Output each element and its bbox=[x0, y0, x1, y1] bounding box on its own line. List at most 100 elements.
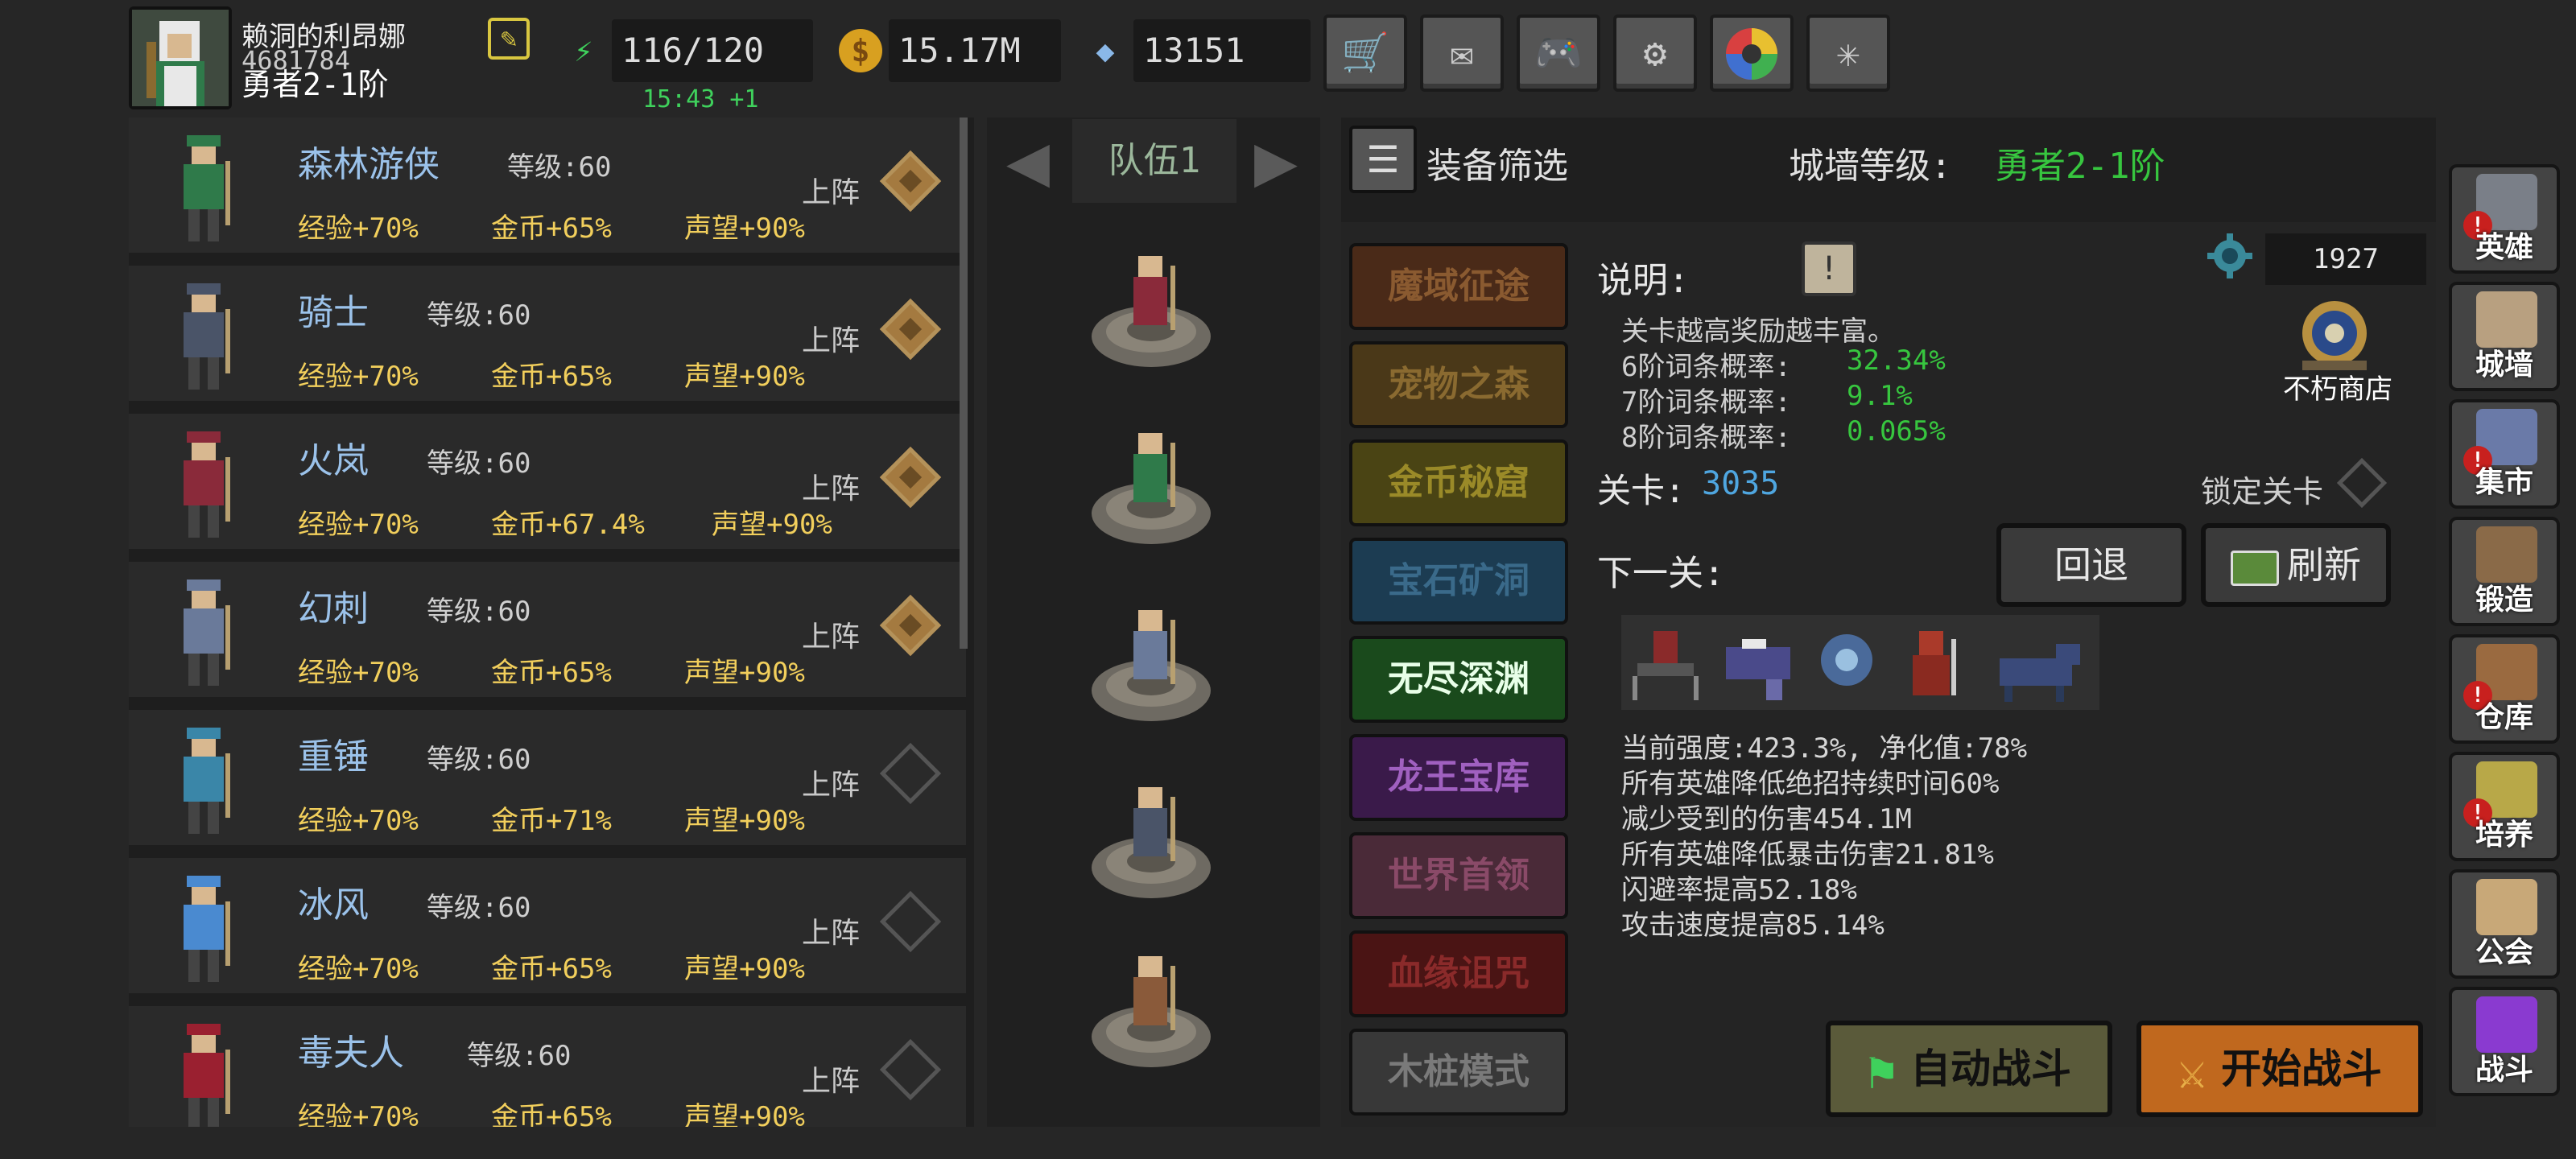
edit-name-button[interactable]: ✎ bbox=[488, 18, 530, 60]
team-slot[interactable] bbox=[1087, 773, 1216, 901]
back-button[interactable]: 回退 bbox=[1996, 523, 2186, 607]
gold-coin-icon: $ bbox=[839, 29, 882, 72]
shop-cart-button[interactable]: 🛒 bbox=[1323, 14, 1407, 92]
side-menu-anvil[interactable]: 锻造 bbox=[2449, 517, 2560, 626]
gold-value: 15.17M bbox=[889, 19, 1061, 82]
immortal-token-icon bbox=[2204, 230, 2256, 282]
mode-button[interactable]: 魔域征途 bbox=[1349, 243, 1568, 330]
immortal-shop-label[interactable]: 不朽商店 bbox=[2283, 367, 2392, 406]
mode-button[interactable]: 金币秘窟 bbox=[1349, 439, 1568, 526]
side-menu-label: 战斗 bbox=[2475, 1054, 2533, 1087]
hero-level: 等级:60 bbox=[427, 596, 531, 628]
hero-sprite-icon bbox=[184, 283, 230, 390]
stage-label: 关卡: bbox=[1597, 471, 1686, 510]
stamina-timer: 15:43 +1 bbox=[642, 85, 759, 113]
side-menu-trophy[interactable]: ! 培养 bbox=[2449, 752, 2560, 861]
hero-gold-bonus: 金币+65% bbox=[491, 657, 612, 689]
hero-exp-bonus: 经验+70% bbox=[298, 212, 419, 245]
hero-row[interactable]: 骑士 等级:60 经验+70% 金币+65% 声望+90% 上阵 bbox=[129, 266, 966, 407]
team-slot[interactable] bbox=[1087, 241, 1216, 370]
mode-button[interactable]: 无尽深渊 bbox=[1349, 636, 1568, 723]
stage-stat-line: 所有英雄降低绝招持续时间60% bbox=[1621, 768, 2000, 800]
team-slot[interactable] bbox=[1087, 419, 1216, 547]
hero-name: 重锤 bbox=[298, 736, 369, 777]
mode-button[interactable]: 血缘诅咒 bbox=[1349, 930, 1568, 1017]
deploy-label: 上阵 bbox=[802, 621, 861, 654]
avatar[interactable] bbox=[129, 6, 232, 109]
side-menu-chest[interactable]: ! 仓库 bbox=[2449, 634, 2560, 744]
deploy-toggle[interactable] bbox=[879, 1038, 942, 1101]
side-menu-label: 培养 bbox=[2475, 819, 2533, 852]
hero-row[interactable]: 冰风 等级:60 经验+70% 金币+65% 声望+90% 上阵 bbox=[129, 858, 966, 1000]
description-intro: 关卡越高奖励越丰富。 bbox=[1621, 316, 1895, 348]
team-next-arrow-icon[interactable]: ▶ bbox=[1232, 121, 1320, 201]
flag-icon: ⚑ bbox=[1866, 1043, 1897, 1100]
hero-row[interactable]: 森林游侠 等级:60 经验+70% 金币+65% 声望+90% 上阵 bbox=[129, 118, 966, 259]
hero-row[interactable]: 幻刺 等级:60 经验+70% 金币+65% 声望+90% 上阵 bbox=[129, 562, 966, 703]
anvil-icon bbox=[2476, 526, 2537, 583]
team-slot[interactable] bbox=[1087, 596, 1216, 724]
side-menu-portal[interactable]: 战斗 bbox=[2449, 987, 2560, 1096]
settings-button[interactable]: ⚙ bbox=[1613, 14, 1697, 92]
hero-fame-bonus: 声望+90% bbox=[684, 953, 805, 985]
hero-row[interactable]: 重锤 等级:60 经验+70% 金币+71% 声望+90% 上阵 bbox=[129, 710, 966, 852]
deploy-toggle[interactable] bbox=[879, 298, 942, 361]
start-battle-button[interactable]: ⚔ 开始战斗 bbox=[2136, 1021, 2423, 1117]
auto-battle-button[interactable]: ⚑ 自动战斗 bbox=[1826, 1021, 2112, 1117]
hero-sprite-icon bbox=[184, 580, 230, 686]
hero-list[interactable]: 森林游侠 等级:60 经验+70% 金币+65% 声望+90% 上阵 骑士 等级:60 经验+7… bbox=[129, 118, 974, 1127]
deploy-toggle[interactable] bbox=[879, 594, 942, 657]
hero-name: 骑士 bbox=[298, 292, 369, 333]
panther-monster-icon bbox=[2000, 644, 2080, 702]
color-wheel-icon bbox=[1726, 28, 1777, 80]
deploy-toggle[interactable] bbox=[879, 446, 942, 509]
video-ad-icon bbox=[2231, 550, 2279, 586]
pedestal-icon bbox=[1092, 956, 1211, 1067]
fireworks-icon: ✳ bbox=[1836, 31, 1860, 76]
deploy-label: 上阵 bbox=[802, 917, 861, 950]
hero-row[interactable]: 火岚 等级:60 经验+70% 金币+67.4% 声望+90% 上阵 bbox=[129, 414, 966, 555]
filter-menu-button[interactable]: ☰ bbox=[1349, 126, 1417, 193]
shark-monster-icon bbox=[1726, 639, 1790, 700]
color-wheel-button[interactable] bbox=[1710, 14, 1794, 92]
fireworks-button[interactable]: ✳ bbox=[1806, 14, 1890, 92]
hero-row[interactable]: 毒夫人 等级:60 经验+70% 金币+65% 声望+90% 上阵 bbox=[129, 1006, 966, 1127]
filter-label[interactable]: 装备筛选 bbox=[1426, 137, 1568, 188]
info-button[interactable]: ! bbox=[1802, 241, 1856, 296]
deploy-toggle[interactable] bbox=[879, 742, 942, 805]
deploy-label: 上阵 bbox=[802, 769, 861, 802]
mode-button[interactable]: 木桩模式 bbox=[1349, 1029, 1568, 1116]
crossed-swords-icon: ⚔ bbox=[2177, 1043, 2207, 1100]
mode-button[interactable]: 龙王宝库 bbox=[1349, 734, 1568, 821]
mode-button[interactable]: 世界首领 bbox=[1349, 832, 1568, 919]
mail-button[interactable]: ✉ bbox=[1420, 14, 1504, 92]
lightbulb-icon: ! bbox=[1818, 250, 1839, 287]
side-menu-helmet[interactable]: ! 英雄 bbox=[2449, 164, 2560, 274]
deploy-toggle[interactable] bbox=[879, 150, 942, 212]
refresh-button[interactable]: 刷新 bbox=[2201, 523, 2391, 607]
next-stage-label: 下一关: bbox=[1597, 553, 1725, 594]
gamepad-button[interactable]: 🎮 bbox=[1517, 14, 1600, 92]
mode-button[interactable]: 宝石矿洞 bbox=[1349, 538, 1568, 625]
hero-gold-bonus: 金币+65% bbox=[491, 1101, 612, 1127]
side-menu-market[interactable]: ! 集市 bbox=[2449, 399, 2560, 509]
hero-list-scrollbar[interactable] bbox=[960, 118, 968, 649]
immortal-shop-icon[interactable] bbox=[2286, 293, 2383, 373]
pedestal-icon bbox=[1092, 256, 1211, 367]
back-label: 回退 bbox=[2054, 543, 2128, 587]
hero-level: 等级:60 bbox=[467, 1040, 572, 1072]
team-prev-arrow-icon[interactable]: ◀ bbox=[984, 121, 1072, 201]
team-slot[interactable] bbox=[1087, 942, 1216, 1070]
side-menu-castle[interactable]: 城墙 bbox=[2449, 282, 2560, 391]
mode-button[interactable]: 宠物之森 bbox=[1349, 341, 1568, 428]
hero-sprite-icon bbox=[184, 876, 230, 982]
hero-sprite-icon bbox=[184, 431, 230, 538]
portal-icon bbox=[2476, 996, 2537, 1053]
stamina-value: 116/120 bbox=[612, 19, 813, 82]
hero-name: 火岚 bbox=[298, 440, 369, 481]
samurai-monster-icon bbox=[1913, 631, 1956, 695]
wall-level-value: 勇者2-1阶 bbox=[1995, 146, 2165, 187]
hero-exp-bonus: 经验+70% bbox=[298, 805, 419, 837]
side-menu-lion[interactable]: 公会 bbox=[2449, 869, 2560, 979]
deploy-toggle[interactable] bbox=[879, 890, 942, 953]
